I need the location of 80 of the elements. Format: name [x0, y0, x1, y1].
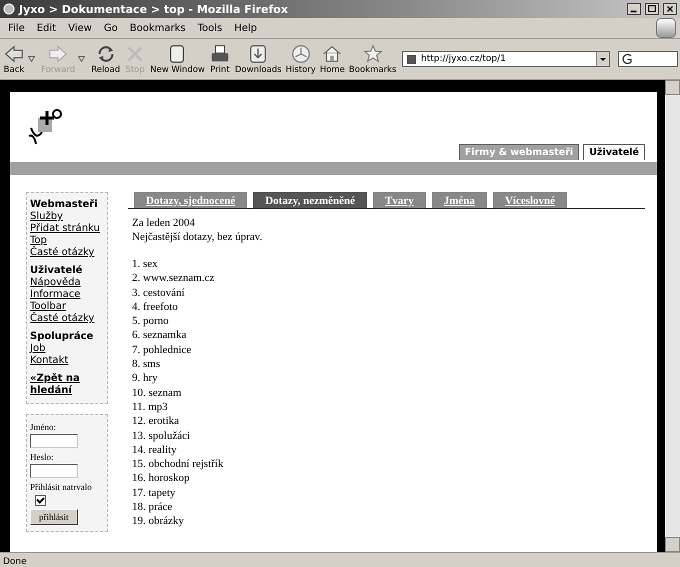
query-item: 11. mp3: [132, 400, 169, 414]
search-engine-icon: [621, 53, 633, 65]
sidebar-heading: Webmasteři: [30, 199, 98, 210]
sidebar-link[interactable]: Časté otázky: [30, 247, 104, 259]
toolbar-button[interactable]: Bookmarks: [348, 43, 398, 75]
sidebar-link[interactable]: Top: [30, 235, 104, 247]
query-item: 8. sms: [132, 357, 162, 372]
toolbar-button[interactable]: Back: [2, 43, 26, 75]
menu-item[interactable]: Help: [230, 22, 262, 34]
clock-icon: [290, 43, 312, 65]
query-item: 6. seznamka: [132, 328, 188, 343]
toolbar-button[interactable]: Reload: [90, 43, 122, 75]
description-text: Nejčastější dotazy, bez úprav.: [132, 231, 264, 243]
back-to-search-link[interactable]: «Zpět na hledání: [30, 373, 104, 397]
sidebar-heading: Uživatelé: [30, 265, 82, 276]
toolbar-button[interactable]: History: [284, 43, 317, 75]
left-arrow-icon: [3, 43, 25, 65]
sidebar-link[interactable]: Časté otázky: [30, 313, 104, 325]
menu-item[interactable]: View: [64, 22, 96, 34]
toolbar-button[interactable]: Print: [208, 43, 232, 75]
scrollbar[interactable]: [665, 80, 680, 552]
query-item: 5. porno: [132, 314, 170, 328]
content-tab[interactable]: Dotazy, sjednocené: [134, 192, 248, 208]
menu-item[interactable]: Bookmarks: [126, 22, 190, 34]
toolbar-button[interactable]: Downloads: [234, 43, 283, 75]
window-title: Jyxo > Dokumentace > top - Mozilla Firefox: [19, 2, 289, 16]
sidebar-link[interactable]: Kontakt: [30, 355, 104, 367]
query-item: 16. horoskop: [132, 471, 190, 486]
query-item: 12. erotika: [132, 414, 180, 429]
query-item: 1. sex: [132, 257, 159, 272]
query-item: 18. práce: [132, 500, 174, 514]
sidebar-link[interactable]: Služby: [30, 211, 104, 223]
sidebar-link[interactable]: Job: [30, 343, 104, 355]
name-label: Jméno:: [30, 422, 56, 432]
query-item: 9. hry: [132, 371, 159, 386]
login-button[interactable]: přihlásit: [30, 509, 78, 525]
status-text: Done: [3, 556, 27, 566]
query-item: 15. obchodní rejstřík: [132, 457, 224, 472]
minimize-icon[interactable]: [627, 3, 641, 15]
site-tab[interactable]: Uživatelé: [583, 144, 645, 160]
sidebar-link[interactable]: Informace: [30, 289, 104, 301]
query-item: 7. pohlednice: [132, 342, 192, 358]
globe-icon: [3, 3, 15, 15]
content-tab[interactable]: Tvary: [373, 192, 426, 208]
query-item: 17. tapety: [132, 486, 176, 500]
query-item: 13. spolužáci: [132, 428, 192, 443]
home-icon: [321, 43, 344, 65]
name-field[interactable]: [30, 434, 78, 448]
search-field[interactable]: [618, 51, 678, 67]
menu-item[interactable]: File: [4, 22, 29, 34]
query-item: 14. reality: [132, 442, 178, 458]
password-field[interactable]: [30, 464, 78, 478]
content-tab[interactable]: Víceslovné: [492, 192, 568, 208]
query-item: 4. freefoto: [132, 300, 179, 314]
content-tab[interactable]: Dotazy, nezměněné: [253, 192, 368, 208]
toolbar-button[interactable]: Home: [318, 43, 346, 75]
query-item: 19. obrázky: [132, 514, 185, 529]
menu-item[interactable]: Tools: [194, 22, 226, 34]
menu-item[interactable]: Go: [100, 22, 122, 34]
throbber-icon: [656, 18, 676, 38]
sidebar-link[interactable]: Toolbar: [30, 301, 104, 313]
toolbar-button[interactable]: New Window: [149, 43, 206, 75]
content-tab[interactable]: Jména: [432, 192, 487, 208]
sidebar-heading: Spolupráce: [30, 331, 94, 342]
maximize-icon[interactable]: [645, 3, 659, 15]
menu-item[interactable]: Edit: [32, 22, 60, 34]
period-text: Za leden 2004: [132, 217, 196, 229]
password-label: Heslo:: [30, 452, 54, 462]
star-icon: [362, 43, 384, 65]
sidebar-link[interactable]: Nápověda: [30, 277, 104, 289]
sidebar-link[interactable]: Přidat stránku: [30, 223, 104, 235]
right-arrow-icon: [47, 43, 70, 65]
query-item: 10. seznam: [132, 386, 182, 400]
site-icon: [406, 54, 417, 64]
address-field[interactable]: http://jyxo.cz/top/1: [402, 51, 610, 67]
remember-label: Přihlásit natrvalo: [30, 482, 92, 492]
close-icon[interactable]: [663, 3, 677, 15]
remember-checkbox[interactable]: [35, 495, 46, 506]
query-item: 2. www.seznam.cz: [132, 271, 216, 286]
query-item: 3. cestování: [132, 286, 186, 300]
